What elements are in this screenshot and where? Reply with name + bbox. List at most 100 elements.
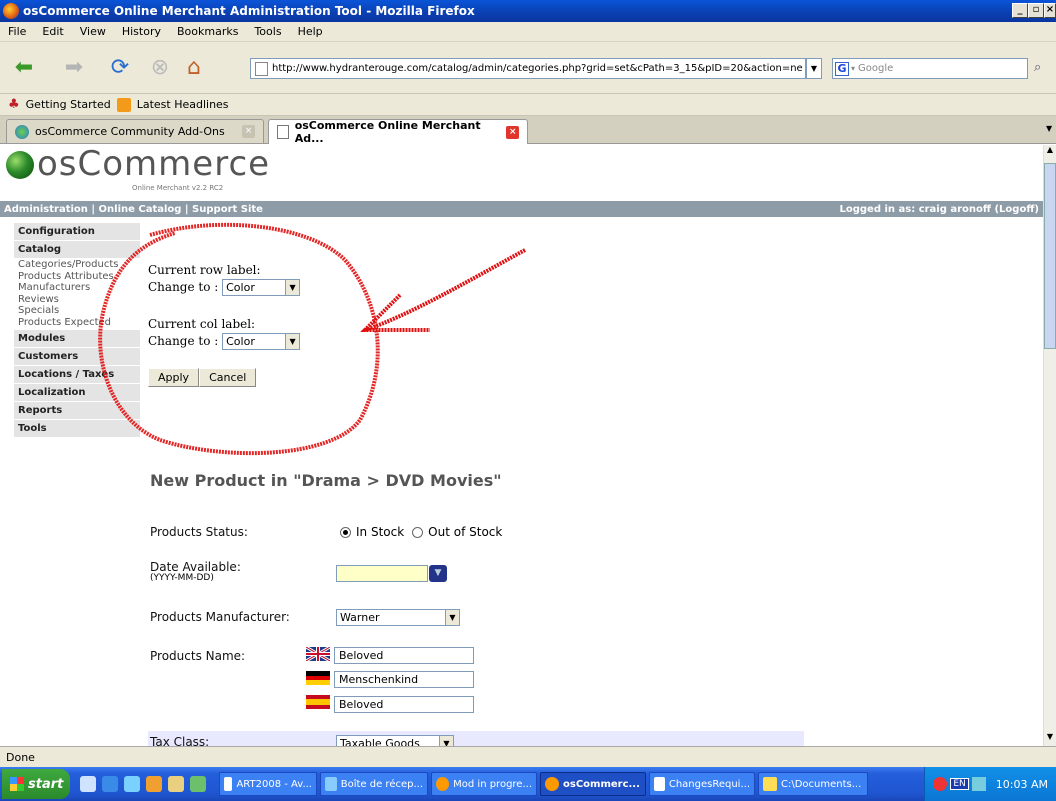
taskbar: start ART2008 - Av... Boîte de récep... … [0,767,1056,801]
menu-bar: File Edit View History Bookmarks Tools H… [0,22,1056,42]
menu-history[interactable]: History [114,25,169,38]
page-tab-icon [277,125,289,139]
tab-label: osCommerce Online Merchant Ad... [294,119,481,145]
start-button[interactable]: start [2,769,70,799]
bookmark-getting-started[interactable]: Getting Started [26,98,111,111]
name-en-input[interactable]: Beloved [334,647,474,664]
oscommerce-logo: osCommerce [6,147,270,181]
scroll-up-icon[interactable]: ▲ [1044,145,1056,159]
task-oscommerce[interactable]: osCommerc... [540,772,646,796]
navigation-toolbar: ⬅ ➡ ⟳ ⊗ ⌂ http://www.hydranterouge.com/c… [0,42,1056,94]
minimize-button[interactable]: _ [1012,3,1028,18]
red-arrow-shaft [364,248,526,332]
quicklaunch-app-icon[interactable] [168,776,184,792]
date-input[interactable] [336,565,428,582]
tax-class-select[interactable]: Taxable Goods ▼ [336,735,454,746]
tab-community-addons[interactable]: osCommerce Community Add-Ons × [6,119,264,143]
manufacturer-select[interactable]: Warner ▼ [336,609,460,626]
logo-subtitle: Online Merchant v2.2 RC2 [132,184,224,192]
uk-flag-icon [306,647,330,661]
stop-icon[interactable]: ⊗ [146,54,174,80]
word-icon [654,777,665,791]
menu-bookmarks[interactable]: Bookmarks [169,25,246,38]
page-content: osCommerce Online Merchant v2.2 RC2 Admi… [0,145,1043,746]
quicklaunch-misc-icon[interactable] [190,776,206,792]
menu-view[interactable]: View [72,25,114,38]
admin-links[interactable]: Administration | Online Catalog | Suppor… [0,204,263,215]
logged-in-text[interactable]: Logged in as: craig aronoff (Logoff) [840,204,1044,215]
in-stock-radio[interactable] [340,526,351,538]
page-icon [255,61,268,76]
menu-file[interactable]: File [0,25,34,38]
status-bar: Done [0,746,1056,767]
manufacturer-label: Products Manufacturer: [150,610,290,624]
system-tray: EN 10:03 AM [924,767,1056,801]
bookmark-latest-headlines[interactable]: Latest Headlines [137,98,229,111]
red-circle-mark [98,222,380,456]
oscommerce-tab-icon [15,124,29,139]
firefox-icon [436,777,450,791]
tab-strip: osCommerce Community Add-Ons × osCommerc… [0,116,1056,145]
search-magnifier-icon[interactable]: ⌕ [1034,60,1041,75]
menu-help[interactable]: Help [290,25,331,38]
date-label: Date Available: [150,560,241,574]
logo-ball-icon [6,151,34,179]
folder-icon [763,777,777,791]
search-placeholder: Google [858,63,894,74]
bookmarks-toolbar: ♣ Getting Started Latest Headlines [0,94,1056,116]
red-annotation [98,222,526,456]
clock: 10:03 AM [995,777,1048,791]
chevron-down-icon: ▼ [439,736,453,746]
vertical-scrollbar[interactable]: ▲ ▼ [1043,145,1056,746]
search-input[interactable]: G ▾ Google [832,58,1028,79]
tab-close-icon[interactable]: × [242,125,255,138]
task-mod[interactable]: Mod in progre... [431,772,537,796]
menu-edit[interactable]: Edit [34,25,71,38]
quicklaunch-firefox-icon[interactable] [146,776,162,792]
name-label: Products Name: [150,649,246,663]
firefox-icon [545,777,559,791]
status-label: Products Status: [150,525,248,539]
name-es-input[interactable]: Beloved [334,696,474,713]
url-dropdown-icon[interactable]: ▼ [806,58,822,79]
forward-icon[interactable]: ➡ [60,54,88,80]
task-art2008[interactable]: ART2008 - Av... [219,772,317,796]
task-boite[interactable]: Boîte de récep... [320,772,428,796]
mail-icon [325,777,337,791]
page-heading: New Product in "Drama > DVD Movies" [150,471,502,490]
url-bar[interactable]: http://www.hydranterouge.com/catalog/adm… [250,58,806,79]
window-title-bar[interactable]: osCommerce Online Merchant Administratio… [0,0,1056,22]
language-indicator[interactable]: EN [950,778,969,790]
window-title: osCommerce Online Merchant Administratio… [23,4,475,18]
google-icon: G [835,61,849,76]
task-documents[interactable]: C:\Documents... [758,772,868,796]
scroll-down-icon[interactable]: ▼ [1044,732,1056,746]
rss-icon [116,97,131,112]
tab-label: osCommerce Community Add-Ons [35,125,225,138]
windows-logo-icon [10,777,24,791]
close-button[interactable]: × [1044,3,1056,18]
out-of-stock-label: Out of Stock [428,525,503,539]
status-text: Done [6,750,35,764]
quicklaunch-desktop-icon[interactable] [80,776,96,792]
home-icon[interactable]: ⌂ [180,54,208,80]
tax-class-row: Tax Class: Taxable Goods ▼ [148,731,804,746]
network-icon[interactable] [971,777,986,791]
tab-admin[interactable]: osCommerce Online Merchant Ad... × [268,119,528,145]
menu-tools[interactable]: Tools [246,25,289,38]
maximize-button[interactable]: ▫ [1028,3,1044,18]
german-flag-icon [306,671,330,685]
back-icon[interactable]: ⬅ [10,54,38,80]
tray-app-icon[interactable] [933,777,948,791]
chevron-down-icon: ▼ [445,610,459,625]
task-changes[interactable]: ChangesRequi... [649,772,755,796]
quicklaunch-messenger-icon[interactable] [124,776,140,792]
name-de-input[interactable]: Menschenkind [334,671,474,688]
scroll-thumb[interactable] [1044,163,1056,349]
calendar-icon[interactable]: ▼ [429,565,447,582]
tab-list-icon[interactable]: ▼ [1046,124,1052,133]
quicklaunch-ie-icon[interactable] [102,776,118,792]
tab-close-icon[interactable]: × [506,125,520,139]
reload-icon[interactable]: ⟳ [106,54,134,80]
out-of-stock-radio[interactable] [412,526,424,538]
